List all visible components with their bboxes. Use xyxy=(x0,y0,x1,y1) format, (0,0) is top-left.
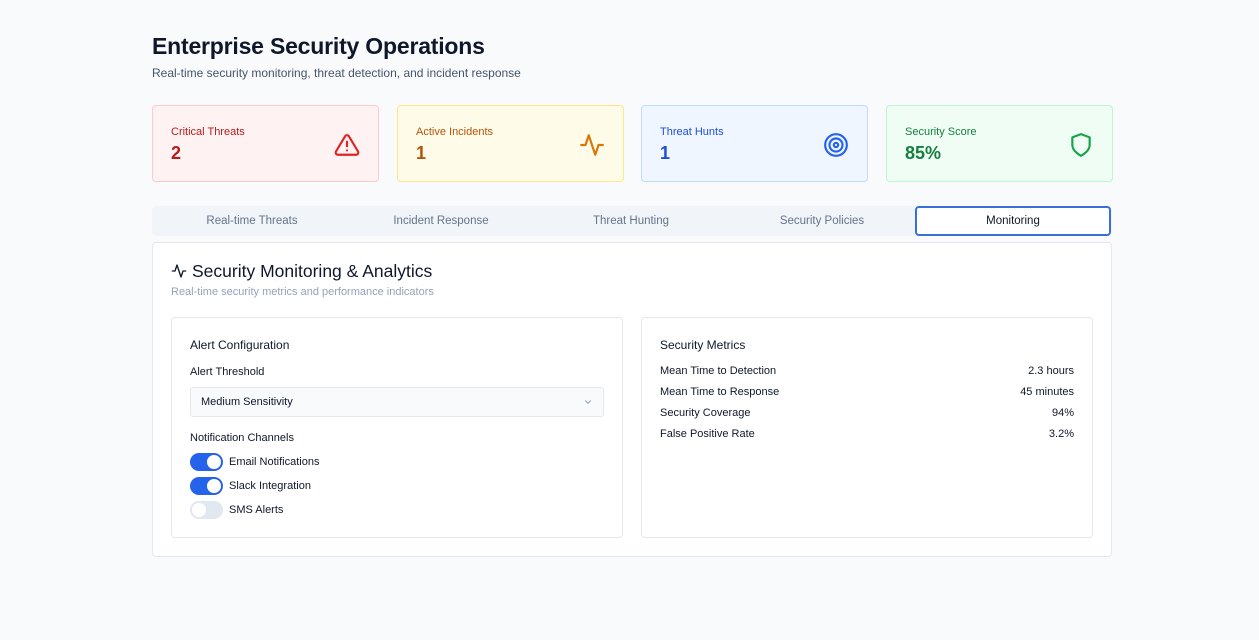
channel-slack-row: Slack Integration xyxy=(190,477,311,495)
stat-card-threat-hunts: Threat Hunts 1 xyxy=(641,105,868,182)
shield-icon xyxy=(1068,132,1094,158)
stat-label: Critical Threats xyxy=(171,126,245,138)
email-notifications-toggle[interactable] xyxy=(190,453,223,471)
metric-label: False Positive Rate xyxy=(660,428,755,440)
metric-label: Security Coverage xyxy=(660,407,751,419)
stat-card-active-incidents: Active Incidents 1 xyxy=(397,105,624,182)
metric-row: Mean Time to Detection 2.3 hours xyxy=(660,365,1074,379)
stat-label: Threat Hunts xyxy=(660,126,724,138)
page-title: Enterprise Security Operations xyxy=(152,33,485,59)
metric-row: Security Coverage 94% xyxy=(660,407,1074,421)
alert-configuration-title: Alert Configuration xyxy=(190,338,290,352)
stat-value: 1 xyxy=(416,143,427,163)
toggle-knob xyxy=(207,479,221,493)
stat-card-critical-threats: Critical Threats 2 xyxy=(152,105,379,182)
channel-label: Email Notifications xyxy=(229,456,320,468)
metric-value: 94% xyxy=(1051,407,1074,419)
stat-value: 1 xyxy=(660,143,671,163)
page-container: Enterprise Security Operations Real-time… xyxy=(152,32,1113,557)
channel-sms-row: SMS Alerts xyxy=(190,501,283,519)
tab-real-time-threats[interactable]: Real-time Threats xyxy=(154,206,350,236)
metric-label: Mean Time to Detection xyxy=(660,365,777,377)
tab-monitoring[interactable]: Monitoring xyxy=(915,206,1111,236)
sms-alerts-toggle[interactable] xyxy=(190,501,223,519)
page-subtitle: Real-time security monitoring, threat de… xyxy=(152,66,521,80)
metric-value: 45 minutes xyxy=(1020,386,1074,398)
panel-header: Security Monitoring & Analytics xyxy=(171,260,432,282)
tab-security-policies[interactable]: Security Policies xyxy=(724,206,920,236)
toggle-knob xyxy=(207,455,221,469)
monitoring-panel: Security Monitoring & Analytics Real-tim… xyxy=(152,242,1112,557)
channel-email-row: Email Notifications xyxy=(190,453,319,471)
stat-card-security-score: Security Score 85% xyxy=(886,105,1113,182)
alert-threshold-label: Alert Threshold xyxy=(190,366,265,378)
stat-value: 85% xyxy=(905,143,942,163)
channel-label: SMS Alerts xyxy=(229,504,284,516)
metric-value: 2.3 hours xyxy=(1028,365,1074,377)
channel-label: Slack Integration xyxy=(229,480,311,492)
panel-description: Real-time security metrics and performan… xyxy=(171,286,434,298)
stats-row: Critical Threats 2 Active Incidents 1 Th… xyxy=(152,105,1113,182)
metric-label: Mean Time to Response xyxy=(660,386,780,398)
panel-title: Security Monitoring & Analytics xyxy=(192,261,433,281)
activity-icon xyxy=(579,132,605,158)
tab-incident-response[interactable]: Incident Response xyxy=(343,206,539,236)
security-metrics-card: Security Metrics Mean Time to Detection … xyxy=(641,317,1093,538)
alert-threshold-value: Medium Sensitivity xyxy=(201,396,293,408)
alert-configuration-card: Alert Configuration Alert Threshold Medi… xyxy=(171,317,623,538)
toggle-knob xyxy=(192,503,206,517)
security-metrics-title: Security Metrics xyxy=(660,338,746,352)
alert-threshold-select[interactable]: Medium Sensitivity xyxy=(190,387,604,417)
tab-bar: Real-time Threats Incident Response Thre… xyxy=(152,206,1112,236)
notification-channels-label: Notification Channels xyxy=(190,432,294,444)
activity-icon xyxy=(171,263,187,279)
stat-label: Security Score xyxy=(905,126,977,138)
stat-label: Active Incidents xyxy=(416,126,494,138)
target-icon xyxy=(823,132,849,158)
metric-row: Mean Time to Response 45 minutes xyxy=(660,386,1074,400)
metric-row: False Positive Rate 3.2% xyxy=(660,428,1074,442)
chevron-down-icon xyxy=(583,397,593,407)
metric-value: 3.2% xyxy=(1048,428,1074,440)
slack-integration-toggle[interactable] xyxy=(190,477,223,495)
stat-value: 2 xyxy=(171,143,182,163)
alert-triangle-icon xyxy=(334,132,360,158)
tab-threat-hunting[interactable]: Threat Hunting xyxy=(533,206,729,236)
